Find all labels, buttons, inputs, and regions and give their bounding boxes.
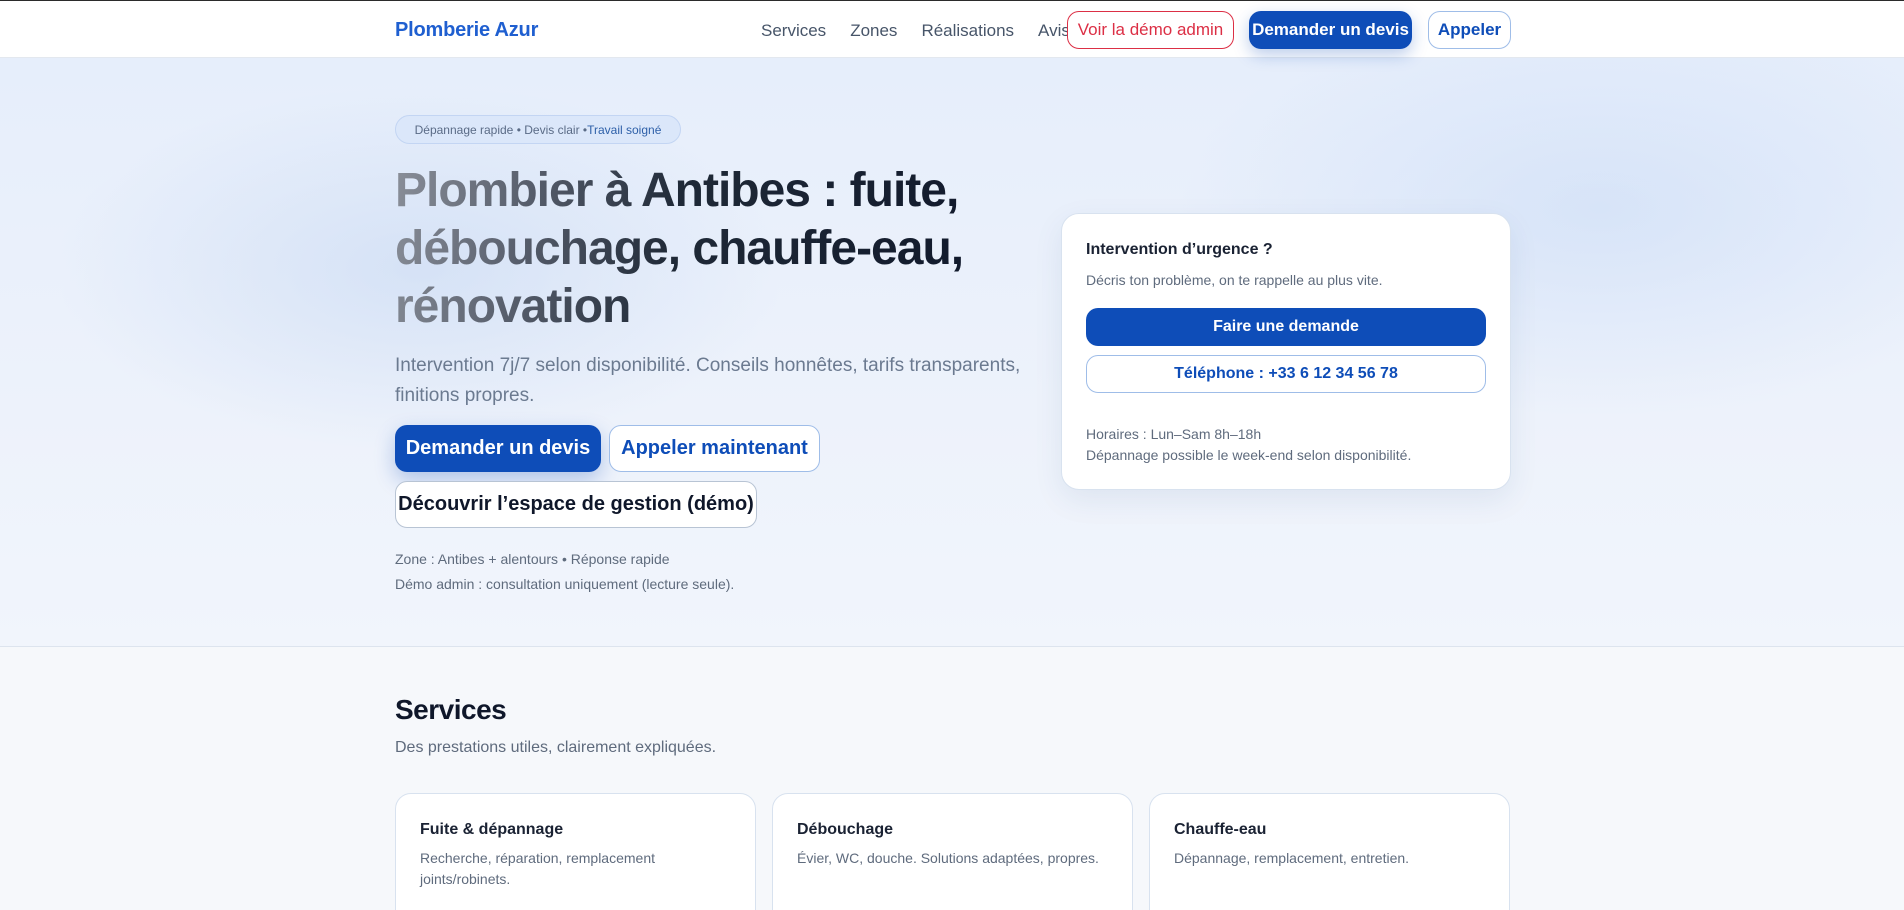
hero-subtitle: Intervention 7j/7 selon disponibilité. C… xyxy=(395,355,1021,406)
service-card-description: Recherche, réparation, remplacement join… xyxy=(420,850,656,887)
service-card-title: Fuite & dépannage xyxy=(420,821,564,838)
service-card-debouchage[interactable]: Débouchage Évier, WC, douche. Solutions … xyxy=(772,793,1133,910)
hero-meta: Zone : Antibes + alentours • Réponse rap… xyxy=(395,547,734,597)
services-title: Services xyxy=(395,694,507,725)
hero-quote-button[interactable]: Demander un devis xyxy=(395,425,601,472)
demo-admin-button[interactable]: Voir la démo admin xyxy=(1067,11,1234,49)
tagline-pill-text: Dépannage rapide • Devis clair • xyxy=(414,122,588,137)
urgent-card-hours: Horaires : Lun–Sam 8h–18h Dépannage poss… xyxy=(1086,424,1411,466)
weekend-note: Dépannage possible le week-end selon dis… xyxy=(1086,447,1412,463)
hero-meta-demo: Démo admin : consultation uniquement (le… xyxy=(395,576,735,592)
nav-link-avis[interactable]: Avis xyxy=(1038,21,1070,41)
header-call-button[interactable]: Appeler xyxy=(1428,11,1511,49)
hero-demo-button[interactable]: Découvrir l’espace de gestion (démo) xyxy=(395,481,757,528)
urgent-card-description: Décris ton problème, on te rappelle au p… xyxy=(1086,272,1383,288)
tagline-pill: Dépannage rapide • Devis clair • Travail… xyxy=(395,115,681,144)
nav-link-services[interactable]: Services xyxy=(761,21,826,41)
header-quote-button[interactable]: Demander un devis xyxy=(1249,11,1412,49)
service-card-title: Débouchage xyxy=(797,821,894,838)
service-card-chauffe-eau[interactable]: Chauffe-eau Dépannage, remplacement, ent… xyxy=(1149,793,1510,910)
service-card-description: Dépannage, remplacement, entretien. xyxy=(1174,850,1410,866)
urgent-card-title: Intervention d’urgence ? xyxy=(1086,241,1273,258)
services-subtitle: Des prestations utiles, clairement expli… xyxy=(395,739,717,756)
nav-link-zones[interactable]: Zones xyxy=(850,21,897,41)
urgent-card: Intervention d’urgence ? Décris ton prob… xyxy=(1061,213,1511,490)
nav-link-realisations[interactable]: Réalisations xyxy=(921,21,1014,41)
hero-title: Plombier à Antibes : fuite, débouchage, … xyxy=(395,162,1015,336)
opening-hours: Horaires : Lun–Sam 8h–18h xyxy=(1086,426,1262,442)
request-button[interactable]: Faire une demande xyxy=(1086,308,1486,346)
tagline-pill-accent: Travail soigné xyxy=(587,122,662,137)
service-card-description: Évier, WC, douche. Solutions adaptées, p… xyxy=(797,850,1099,866)
service-card-fuite[interactable]: Fuite & dépannage Recherche, réparation,… xyxy=(395,793,756,910)
site-header: Plomberie Azur Services Zones Réalisatio… xyxy=(0,0,1904,58)
hero-section: Dépannage rapide • Devis clair • Travail… xyxy=(0,58,1904,647)
hero-call-button[interactable]: Appeler maintenant xyxy=(609,425,820,472)
brand-logo[interactable]: Plomberie Azur xyxy=(395,19,538,42)
phone-button[interactable]: Téléphone : +33 6 12 34 56 78 xyxy=(1086,355,1486,393)
main-nav: Services Zones Réalisations Avis xyxy=(761,21,1094,41)
hero-meta-zone: Zone : Antibes + alentours • Réponse rap… xyxy=(395,551,670,567)
service-card-title: Chauffe-eau xyxy=(1174,821,1267,838)
